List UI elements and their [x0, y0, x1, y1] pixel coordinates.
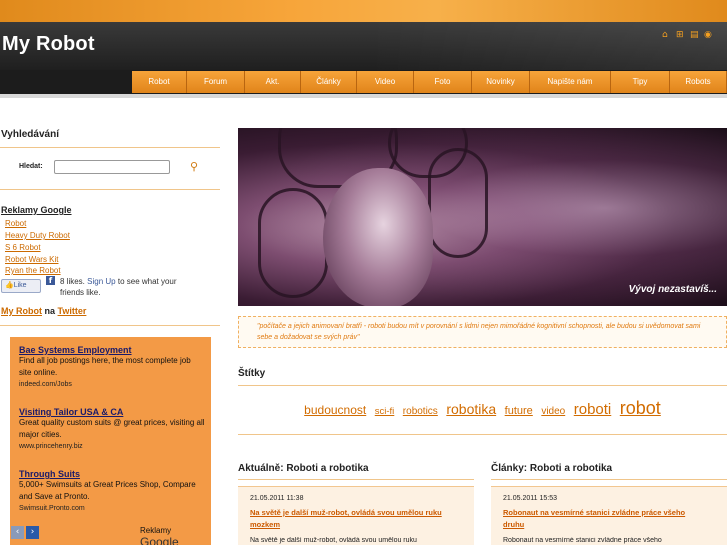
ad-title[interactable]: Through Suits: [19, 469, 205, 479]
tags-heading: Štítky: [238, 368, 266, 379]
ad-url[interactable]: www.princehenry.biz: [19, 441, 205, 452]
news-title-link[interactable]: Na světě je další muž-robot, ovládá svou…: [250, 507, 462, 531]
banner-cable: [258, 188, 328, 298]
news-excerpt: Robonaut na vesmírné stanici zvládne prá…: [503, 537, 662, 544]
divider: [491, 479, 727, 480]
twitter-mid-text: na: [44, 306, 56, 316]
tag-link[interactable]: budoucnost: [304, 403, 366, 417]
tag-link[interactable]: robotika: [446, 401, 496, 417]
news-date: 21.05.2011 11:38: [250, 495, 304, 502]
divider: [0, 189, 220, 190]
sitemap-icon[interactable]: ⊞: [676, 31, 685, 40]
tag-link[interactable]: robot: [620, 398, 661, 418]
search-heading: Vyhledávání: [1, 129, 59, 140]
tag-link[interactable]: future: [505, 405, 533, 417]
facebook-like-text: 8 likes. Sign Up to see what your friend…: [60, 276, 180, 298]
ad-link[interactable]: Robot: [5, 219, 26, 228]
quote-box: "počítače a jejich animovaní bratři - ro…: [238, 316, 727, 348]
ad-link[interactable]: Ryan the Robot: [5, 266, 61, 275]
nav-item-novinky[interactable]: Novinky: [472, 71, 530, 93]
ad-description: Great quality custom suits @ great price…: [19, 418, 205, 439]
tag-link[interactable]: robotics: [403, 406, 438, 417]
nav-item-robot[interactable]: Robot: [132, 71, 187, 93]
tag-cloud: budoucnost sci-fi robotics robotika futu…: [238, 398, 727, 419]
divider: [0, 325, 220, 326]
news-excerpt: Na světě je další muž-robot, ovládá svou…: [250, 537, 417, 544]
header-icons: ⌂ ⊞ ▤ ◉: [662, 31, 713, 40]
site-header: [0, 22, 727, 70]
ad-title[interactable]: Visiting Tailor USA & CA: [19, 407, 205, 417]
ad-link[interactable]: Heavy Duty Robot: [5, 231, 70, 240]
search-icon[interactable]: ⚲: [190, 160, 198, 173]
ad-link[interactable]: S 6 Robot: [5, 243, 41, 252]
search-label: Hledat:: [19, 163, 43, 170]
tag-link[interactable]: sci-fi: [375, 406, 395, 417]
nav-item-foto[interactable]: Foto: [414, 71, 472, 93]
banner-caption: Vývoj nezastavíš...: [628, 284, 717, 295]
ad-nav-arrows: ‹ ›: [11, 526, 39, 539]
main-nav: Robot Forum Akt. Články Video Foto Novin…: [132, 71, 727, 93]
nav-item-forum[interactable]: Forum: [187, 71, 245, 93]
tag-link[interactable]: video: [541, 406, 565, 417]
divider: [238, 479, 474, 480]
twitter-site-link[interactable]: My Robot: [1, 306, 42, 316]
home-icon[interactable]: ⌂: [662, 31, 671, 40]
nav-shadow: [0, 94, 727, 98]
ad-description: Find all job postings here, the most com…: [19, 356, 191, 377]
ads-heading[interactable]: Reklamy Google: [1, 205, 72, 215]
nav-item-clanky[interactable]: Články: [301, 71, 357, 93]
print-icon[interactable]: ▤: [690, 31, 699, 40]
nav-item-akt[interactable]: Akt.: [245, 71, 301, 93]
ad-url[interactable]: Swimsuit.Pronto.com: [19, 503, 205, 514]
ad-description: 5,000+ Swimsuits at Great Prices Shop, C…: [19, 480, 196, 501]
ad-unit: Bae Systems Employment Find all job post…: [19, 345, 205, 390]
facebook-like-button[interactable]: 👍Like: [1, 279, 41, 293]
news-right-heading: Články: Roboti a robotika: [491, 463, 613, 474]
google-ad-box: Bae Systems Employment Find all job post…: [10, 337, 211, 545]
hero-banner: Vývoj nezastavíš...: [238, 128, 727, 306]
search-input[interactable]: [54, 160, 170, 174]
chevron-right-icon[interactable]: ›: [26, 526, 39, 539]
ad-title[interactable]: Bae Systems Employment: [19, 345, 205, 355]
ads-by-google-label[interactable]: Reklamy Google: [140, 526, 211, 545]
rss-icon[interactable]: ◉: [704, 31, 713, 40]
banner-cable: [428, 148, 488, 258]
twitter-link[interactable]: Twitter: [58, 306, 87, 316]
facebook-like-count: 8 likes.: [60, 277, 85, 286]
ad-link[interactable]: Robot Wars Kit: [5, 255, 59, 264]
ad-unit: Visiting Tailor USA & CA Great quality c…: [19, 407, 205, 452]
thumbs-up-icon: 👍: [5, 282, 14, 289]
divider: [0, 147, 220, 148]
chevron-left-icon[interactable]: ‹: [11, 526, 24, 539]
facebook-signup-link[interactable]: Sign Up: [87, 277, 115, 286]
nav-item-robots[interactable]: Robots: [670, 71, 727, 93]
top-accent-bar: [0, 0, 727, 22]
news-left-heading: Aktuálně: Roboti a robotika: [238, 463, 369, 474]
nav-item-video[interactable]: Video: [357, 71, 414, 93]
divider: [238, 385, 727, 386]
ads-label-prefix: Reklamy: [140, 526, 172, 535]
divider: [238, 434, 727, 435]
twitter-line: My Robot na Twitter: [1, 306, 86, 316]
robot-face-image: [323, 168, 433, 306]
ad-unit: Through Suits 5,000+ Swimsuits at Great …: [19, 469, 205, 514]
nav-item-tipy[interactable]: Tipy: [611, 71, 670, 93]
site-title[interactable]: My Robot: [2, 33, 95, 56]
nav-item-napiste-nam[interactable]: Napište nám: [530, 71, 611, 93]
news-date: 21.05.2011 15:53: [503, 495, 557, 502]
tag-link[interactable]: roboti: [574, 401, 612, 418]
facebook-like-label: Like: [13, 282, 27, 289]
ad-url[interactable]: indeed.com/Jobs: [19, 379, 205, 390]
google-logo: Google: [140, 535, 179, 545]
facebook-icon: f: [46, 276, 55, 285]
news-title-link[interactable]: Robonaut na vesmírné stanici zvládne prá…: [503, 507, 703, 531]
